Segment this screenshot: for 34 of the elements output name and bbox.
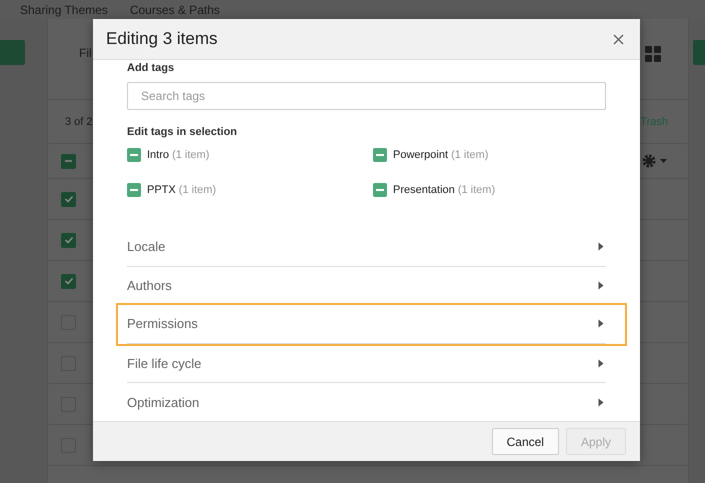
tag-checkbox[interactable] (373, 183, 387, 197)
close-icon[interactable] (613, 34, 624, 44)
caret-icon (598, 280, 604, 290)
item-count: 3 of 2 (65, 116, 93, 128)
grid-view-icon[interactable] (645, 46, 661, 62)
checkmark-icon (64, 276, 74, 286)
checkmark-icon (64, 235, 74, 245)
select-all-checkbox[interactable] (61, 154, 76, 168)
caret-icon (598, 319, 604, 328)
accordion-row[interactable]: Authors (127, 266, 606, 306)
checkmark-icon (64, 194, 74, 204)
dialog-button[interactable]: Cancel (492, 428, 559, 455)
tag-label: Powerpoint (1 item) (393, 149, 488, 161)
tag-checkbox[interactable] (373, 148, 387, 162)
dialog-title: Editing 3 items (106, 29, 218, 49)
tag-label: Presentation (1 item) (393, 184, 496, 196)
row-checkbox[interactable] (61, 232, 76, 248)
toolbar-label: Fil (79, 46, 92, 60)
settings-icon[interactable] (642, 154, 668, 168)
caret-icon (598, 398, 604, 407)
caret-icon (598, 242, 604, 252)
caret-icon (598, 359, 604, 368)
accordion-row[interactable]: Locale (127, 228, 606, 267)
tag-label: PPTX (1 item) (147, 184, 216, 196)
tag-checkbox[interactable] (127, 148, 141, 162)
accordion-row[interactable]: Permissions (127, 305, 606, 344)
row-checkbox[interactable] (61, 192, 76, 206)
search-tags-field[interactable]: Search tags (127, 82, 606, 110)
accordion-row[interactable]: File life cycle (127, 344, 606, 384)
tag-checkbox[interactable] (127, 183, 141, 197)
section-label: Add tags (127, 62, 176, 74)
section-label: Edit tags in selection (127, 126, 238, 138)
tag-label: Intro (1 item) (147, 149, 210, 161)
row-checkbox[interactable] (61, 274, 76, 288)
